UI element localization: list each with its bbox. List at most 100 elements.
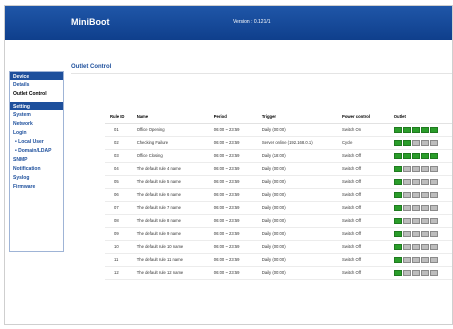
rule-id-link[interactable]: 02 xyxy=(105,136,137,150)
outlet-off-indicator xyxy=(429,217,438,224)
sidebar-item-firmware[interactable]: Firmware xyxy=(10,182,63,191)
table-row[interactable]: 09 The default rule 9 name 06:00 ~ 23:59 Da… xyxy=(105,227,452,241)
outlet-status-cell xyxy=(393,253,452,267)
outlet-off-indicator xyxy=(420,230,429,237)
outlet-on-indicator xyxy=(402,139,411,146)
rule-name: Office Closing xyxy=(136,149,214,163)
rule-id-link[interactable]: 06 xyxy=(105,188,137,202)
rule-name: The default rule 4 name xyxy=(136,162,214,176)
rule-id-link[interactable]: 05 xyxy=(105,175,137,189)
rule-period: 06:00 ~ 23:59 xyxy=(213,162,262,176)
rule-power-control: Switch Off xyxy=(342,227,394,241)
table-row[interactable]: 08 The default rule 8 name 06:00 ~ 23:59 Da… xyxy=(105,214,452,228)
col-rule-id[interactable]: Rule ID xyxy=(105,111,137,124)
rule-id-link[interactable]: 08 xyxy=(105,214,137,228)
table-row[interactable]: 02 Checking Failure 06:00 ~ 23:59 Server on… xyxy=(105,136,452,150)
outlet-on-indicator xyxy=(402,126,411,133)
outlet-indicators xyxy=(393,269,452,276)
col-trigger[interactable]: Trigger xyxy=(261,111,343,124)
sidebar-item-details[interactable]: Details xyxy=(10,80,63,89)
sidebar: Device Details Outlet Control Setting Sy… xyxy=(9,71,64,252)
rule-id-link[interactable]: 12 xyxy=(105,266,137,280)
outlet-status-cell xyxy=(393,175,452,189)
outlet-off-indicator xyxy=(429,178,438,185)
col-power-control[interactable]: Power control xyxy=(342,111,394,124)
outlet-indicators xyxy=(393,178,452,185)
rule-name: The default rule 10 name xyxy=(136,240,214,254)
rule-trigger: Daily (00:00) xyxy=(261,240,343,254)
sidebar-item-notification[interactable]: Notification xyxy=(10,164,63,173)
outlet-on-indicator xyxy=(393,230,402,237)
outlet-on-indicator xyxy=(411,152,420,159)
outlet-on-indicator xyxy=(393,126,402,133)
rule-name: The default rule 9 name xyxy=(136,227,214,241)
outlet-off-indicator xyxy=(420,204,429,211)
outlet-off-indicator xyxy=(420,191,429,198)
table-row[interactable]: 03 Office Closing 06:00 ~ 23:59 Daily (18:0… xyxy=(105,149,452,163)
outlet-indicators xyxy=(393,256,452,263)
sidebar-item-local-user[interactable]: • Local User xyxy=(10,137,63,146)
rule-power-control: Switch Off xyxy=(342,240,394,254)
rule-trigger: Daily (00:00) xyxy=(261,123,343,137)
rule-name: The default rule 11 name xyxy=(136,253,214,267)
col-name[interactable]: Name xyxy=(136,111,214,124)
table-row[interactable]: 04 The default rule 4 name 06:00 ~ 23:59 Da… xyxy=(105,162,452,176)
table-row[interactable]: 12 The default rule 12 name 06:00 ~ 23:59 D… xyxy=(105,266,452,280)
outlet-off-indicator xyxy=(402,256,411,263)
outlet-status-cell xyxy=(393,123,452,137)
outlet-on-indicator xyxy=(393,204,402,211)
rule-period: 06:00 ~ 23:59 xyxy=(213,201,262,215)
rule-power-control: Switch Off xyxy=(342,253,394,267)
rule-id-link[interactable]: 04 xyxy=(105,162,137,176)
sidebar-item-snmp[interactable]: SNMP xyxy=(10,155,63,164)
sidebar-item-login[interactable]: Login xyxy=(10,128,63,137)
rule-id-link[interactable]: 03 xyxy=(105,149,137,163)
table-row[interactable]: 06 The default rule 6 name 06:00 ~ 23:59 Da… xyxy=(105,188,452,202)
table-row[interactable]: 05 The default rule 5 name 06:00 ~ 23:59 Da… xyxy=(105,175,452,189)
outlet-off-indicator xyxy=(420,269,429,276)
rule-power-control: Switch Off xyxy=(342,162,394,176)
outlet-off-indicator xyxy=(402,217,411,224)
outlet-off-indicator xyxy=(429,204,438,211)
sidebar-item-system[interactable]: System xyxy=(10,110,63,119)
outlet-off-indicator xyxy=(411,165,420,172)
rule-power-control: Switch Off xyxy=(342,214,394,228)
sidebar-item-outlet-control[interactable]: Outlet Control xyxy=(10,89,63,98)
rule-id-link[interactable]: 09 xyxy=(105,227,137,241)
outlet-on-indicator xyxy=(420,152,429,159)
sidebar-item-domain-ldap[interactable]: • Domain/LDAP xyxy=(10,146,63,155)
table-row[interactable]: 10 The default rule 10 name 06:00 ~ 23:59 D… xyxy=(105,240,452,254)
rule-period: 06:00 ~ 23:59 xyxy=(213,123,262,137)
table-row[interactable]: 07 The default rule 7 name 06:00 ~ 23:59 Da… xyxy=(105,201,452,215)
rule-name: The default rule 7 name xyxy=(136,201,214,215)
outlet-off-indicator xyxy=(420,139,429,146)
rule-power-control: Switch Off xyxy=(342,175,394,189)
outlet-indicators xyxy=(393,230,452,237)
col-period[interactable]: Period xyxy=(213,111,262,124)
rule-power-control: Switch Off xyxy=(342,266,394,280)
outlet-on-indicator xyxy=(393,243,402,250)
outlet-indicators xyxy=(393,126,452,133)
outlet-on-indicator xyxy=(393,217,402,224)
title-divider xyxy=(71,73,452,74)
table-row[interactable]: 01 Office Opening 06:00 ~ 23:59 Daily (00:0… xyxy=(105,123,452,137)
rule-id-link[interactable]: 07 xyxy=(105,201,137,215)
sidebar-item-network[interactable]: Network xyxy=(10,119,63,128)
rule-trigger: Daily (00:00) xyxy=(261,214,343,228)
rule-trigger: Daily (00:00) xyxy=(261,266,343,280)
outlet-rules-table: Rule ID Name Period Trigger Power contro… xyxy=(105,111,452,280)
outlet-indicators xyxy=(393,165,452,172)
rule-id-link[interactable]: 11 xyxy=(105,253,137,267)
table-row[interactable]: 11 The default rule 11 name 06:00 ~ 23:59 D… xyxy=(105,253,452,267)
outlet-off-indicator xyxy=(411,230,420,237)
rule-name: The default rule 12 name xyxy=(136,266,214,280)
rule-id-link[interactable]: 10 xyxy=(105,240,137,254)
outlet-on-indicator xyxy=(393,152,402,159)
outlet-off-indicator xyxy=(429,243,438,250)
rule-id-link[interactable]: 01 xyxy=(105,123,137,137)
outlet-off-indicator xyxy=(402,178,411,185)
outlet-off-indicator xyxy=(420,165,429,172)
outlet-status-cell xyxy=(393,266,452,280)
brand-logo: MiniBoot xyxy=(71,17,110,27)
sidebar-item-syslog[interactable]: Syslog xyxy=(10,173,63,182)
